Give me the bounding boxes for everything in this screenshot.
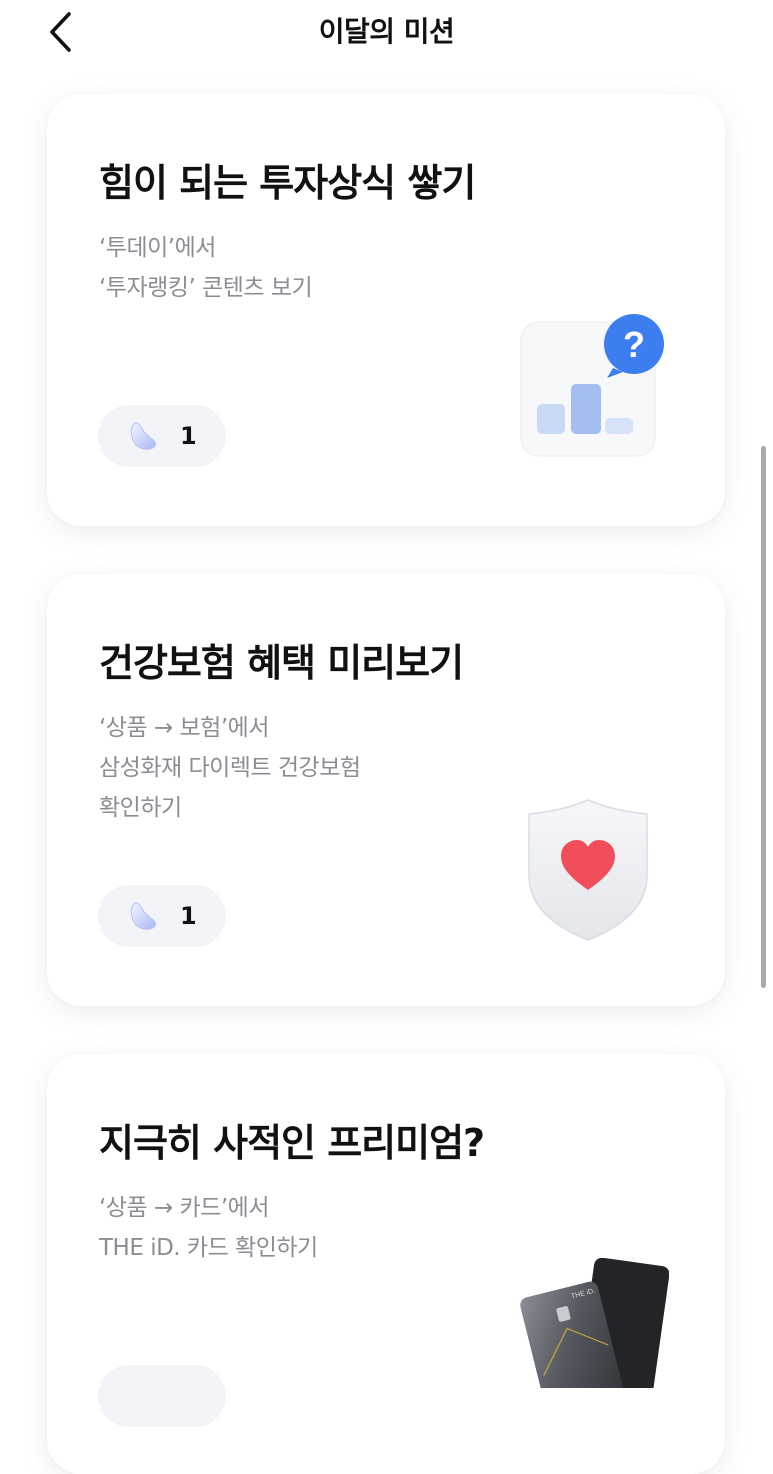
mission-title: 건강보험 혜택 미리보기 [99,641,464,685]
reward-badge: 1 [98,885,226,947]
reward-count: 1 [180,422,197,450]
mission-description-line: 삼성화재 다이렉트 건강보험 [99,755,361,781]
mission-card-credit-card[interactable]: 지극히 사적인 프리미엄? ‘상품 → 카드’에서 THE iD. 카드 확인하… [47,1054,725,1474]
mission-description-line: ‘투데이’에서 [99,235,216,261]
reward-count: 1 [180,902,197,930]
jelly-bean-icon [130,902,157,930]
mission-description: ‘투데이’에서 ‘투자랭킹’ 콘텐츠 보기 [99,228,313,308]
mission-title: 지극히 사적인 프리미엄? [99,1121,485,1165]
credit-cards-icon: THE iD. [520,1258,669,1388]
jelly-bean-icon [130,422,157,450]
bar-chart-question-icon: ? [520,314,664,457]
reward-badge [98,1365,226,1427]
top-bar: 이달의 미션 [0,0,773,66]
mission-title: 힘이 되는 투자상식 쌓기 [99,161,476,205]
mission-description-line: ‘상품 → 카드’에서 [99,1195,269,1221]
mission-description: ‘상품 → 보험’에서 삼성화재 다이렉트 건강보험 확인하기 [99,708,361,828]
page-title: 이달의 미션 [318,15,455,48]
mission-description-line: THE iD. 카드 확인하기 [99,1235,318,1261]
mission-description: ‘상품 → 카드’에서 THE iD. 카드 확인하기 [99,1188,318,1268]
scrollbar[interactable] [761,446,766,988]
mission-card-investment[interactable]: 힘이 되는 투자상식 쌓기 ‘투데이’에서 ‘투자랭킹’ 콘텐츠 보기 1 ? [47,94,725,526]
reward-badge: 1 [98,405,226,467]
shield-heart-icon [528,799,648,941]
svg-text:?: ? [623,324,645,365]
mission-description-line: 확인하기 [99,795,182,821]
mission-card-insurance[interactable]: 건강보험 혜택 미리보기 ‘상품 → 보험’에서 삼성화재 다이렉트 건강보험 … [47,574,725,1006]
mission-description-line: ‘투자랭킹’ 콘텐츠 보기 [99,275,313,301]
mission-description-line: ‘상품 → 보험’에서 [99,715,269,741]
